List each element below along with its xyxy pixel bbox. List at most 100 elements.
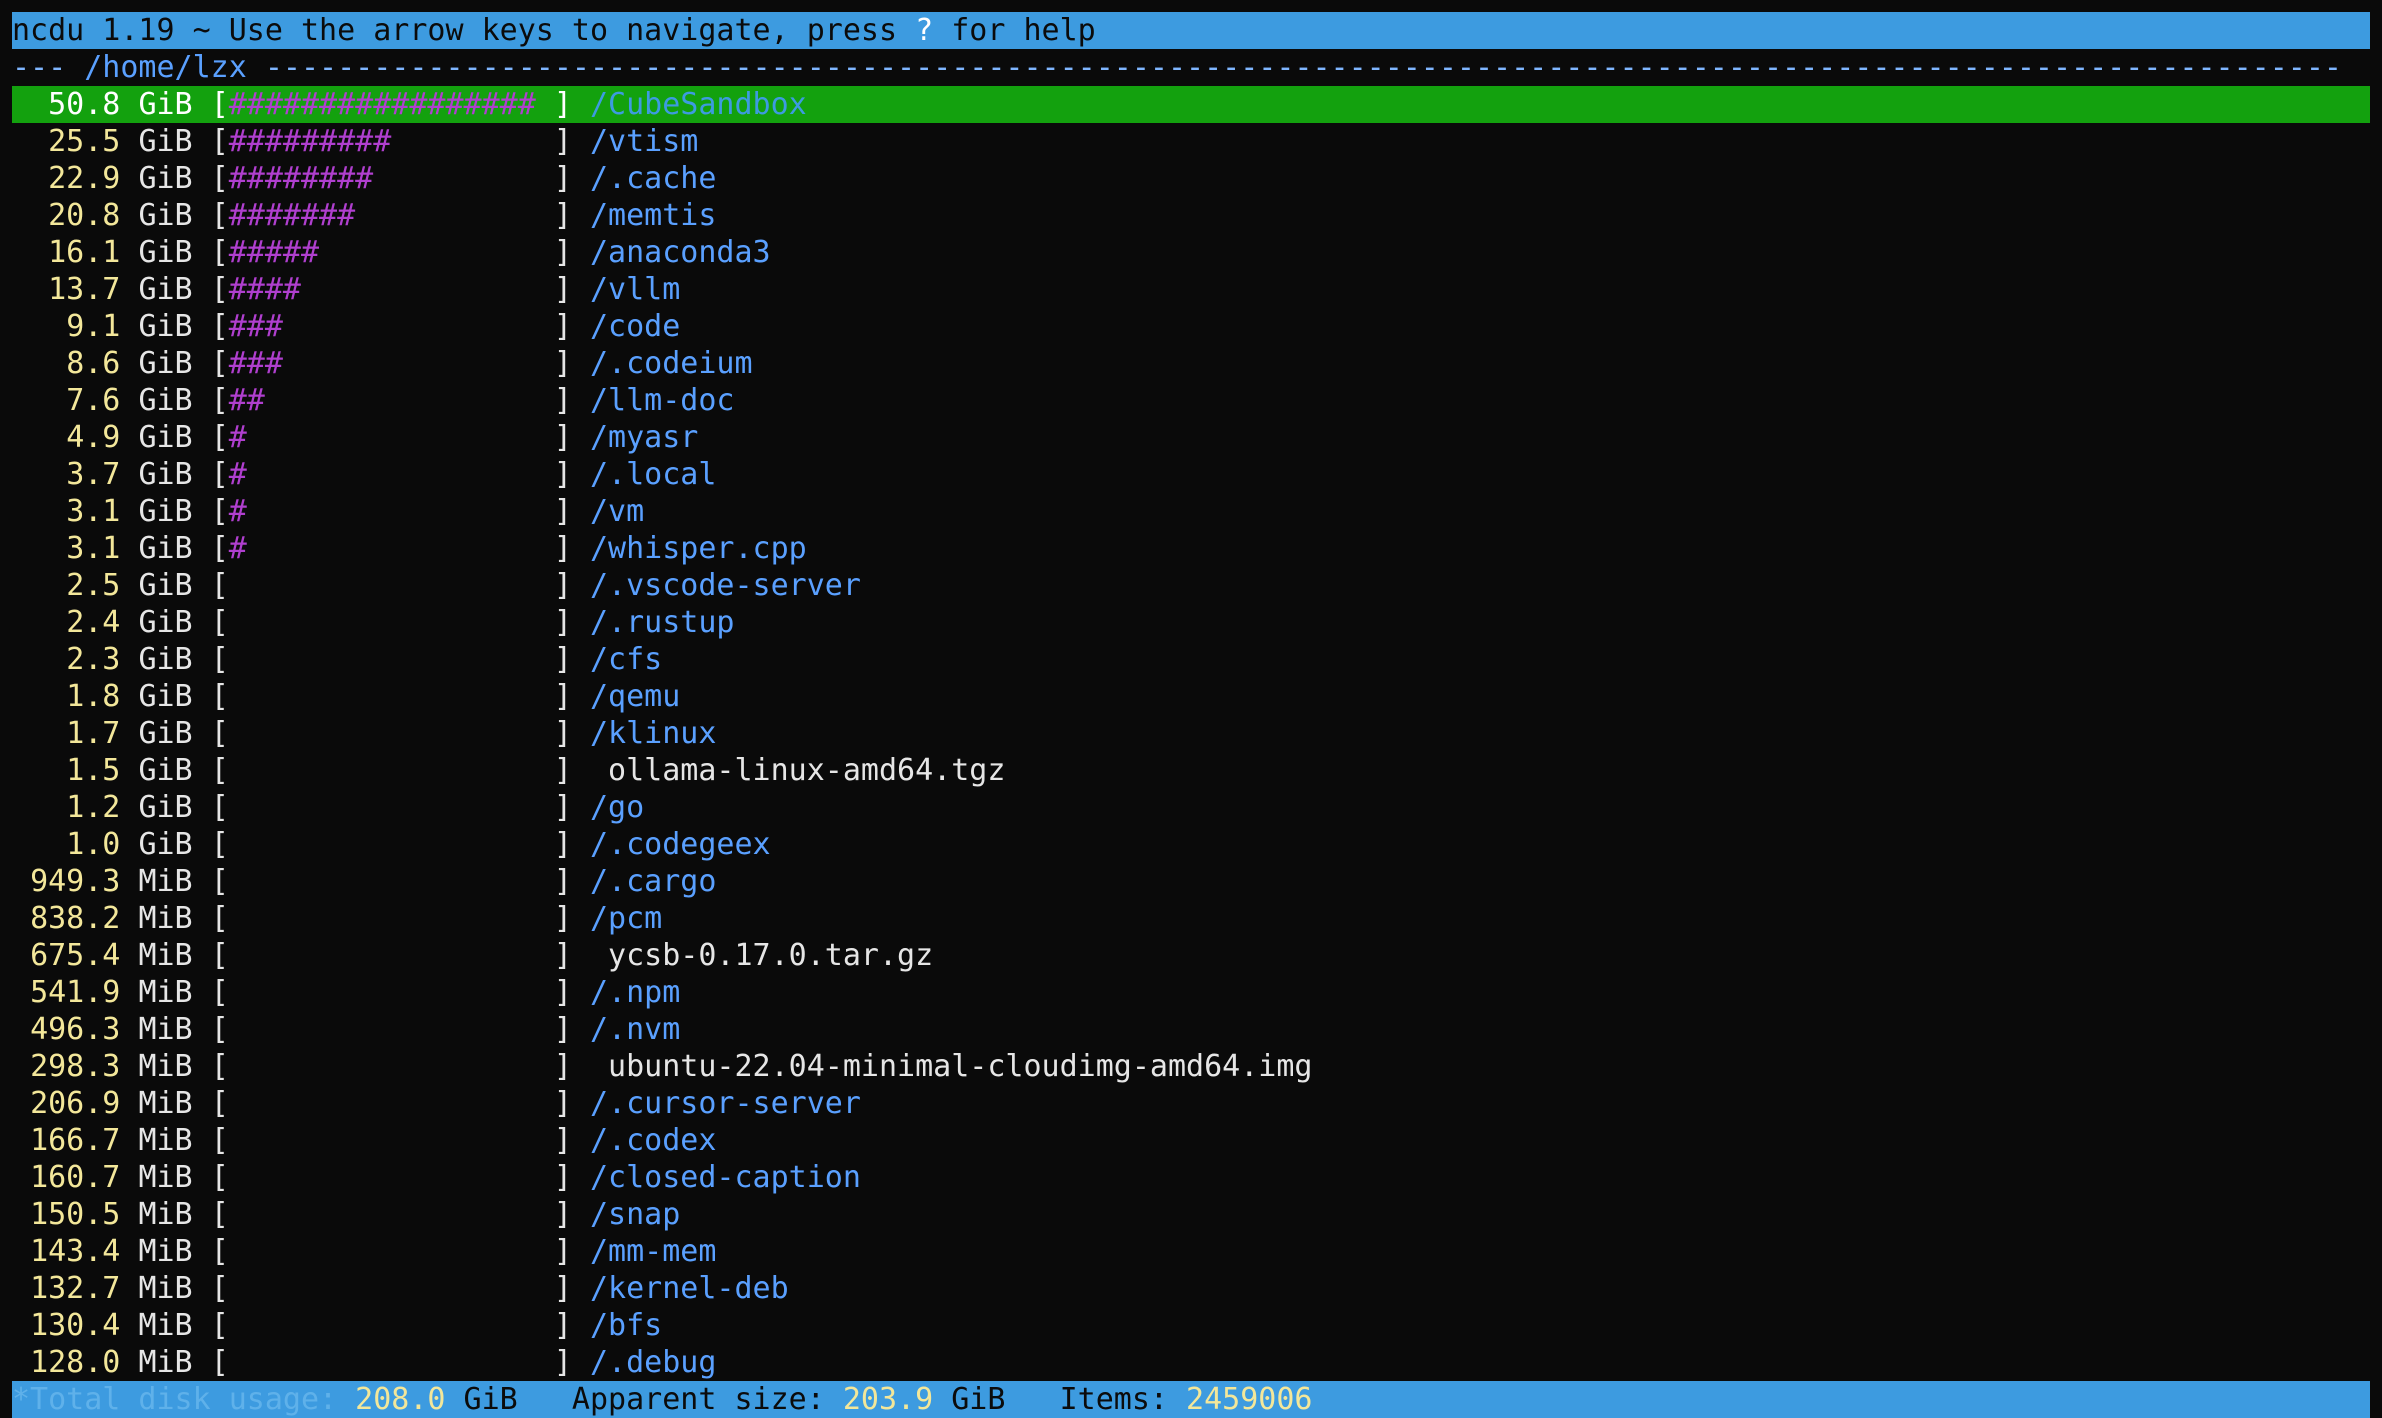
entry-size-unit: MiB xyxy=(138,1271,193,1306)
entry-size: 16.1 xyxy=(48,235,121,270)
directory-name: /go xyxy=(589,790,645,825)
size-pad xyxy=(12,1049,30,1084)
entry-row[interactable]: 2.4 GiB [ ] /.rustup xyxy=(12,604,2370,641)
entry-row[interactable]: 1.7 GiB [ ] /klinux xyxy=(12,715,2370,752)
file-name: ubuntu-22.04-minimal-cloudimg-amd64.img xyxy=(608,1049,1313,1084)
entry-size: 22.9 xyxy=(48,161,121,196)
size-pad xyxy=(12,1345,30,1380)
usage-bar-close: ] xyxy=(553,531,572,566)
usage-bar-close: ] xyxy=(553,716,572,751)
help-key-hint[interactable]: ? xyxy=(915,13,933,48)
entry-row[interactable]: 8.6 GiB [### ] /.codeium xyxy=(12,345,2370,382)
entry-row[interactable]: 3.1 GiB [# ] /whisper.cpp xyxy=(12,530,2370,567)
entry-row[interactable]: 1.2 GiB [ ] /go xyxy=(12,789,2370,826)
usage-bar-close: ] xyxy=(553,679,572,714)
status-bar: *Total disk usage: 208.0 GiB Apparent si… xyxy=(12,1381,2370,1418)
entry-row[interactable]: 2.3 GiB [ ] /cfs xyxy=(12,641,2370,678)
entry-row[interactable]: 838.2 MiB [ ] /pcm xyxy=(12,900,2370,937)
entry-row[interactable]: 3.7 GiB [# ] /.local xyxy=(12,456,2370,493)
entry-size-unit: GiB xyxy=(138,235,193,270)
usage-bar-open: [ xyxy=(210,198,229,233)
usage-bar-open: [ xyxy=(210,642,229,677)
entry-row[interactable]: 16.1 GiB [##### ] /anaconda3 xyxy=(12,234,2370,271)
usage-bar-open: [ xyxy=(210,124,229,159)
entry-row[interactable]: 160.7 MiB [ ] /closed-caption xyxy=(12,1159,2370,1196)
entry-row[interactable]: 4.9 GiB [# ] /myasr xyxy=(12,419,2370,456)
entry-row[interactable]: 1.8 GiB [ ] /qemu xyxy=(12,678,2370,715)
entry-size: 132.7 xyxy=(30,1271,121,1306)
entry-list[interactable]: 50.8 GiB [################# ] /CubeSandb… xyxy=(12,86,2370,1381)
entry-row[interactable]: 298.3 MiB [ ] ubuntu-22.04-minimal-cloud… xyxy=(12,1048,2370,1085)
usage-bar-pad xyxy=(373,161,554,196)
usage-bar-open: [ xyxy=(210,1345,229,1380)
entry-size: 7.6 xyxy=(66,383,121,418)
entry-row[interactable]: 20.8 GiB [####### ] /memtis xyxy=(12,197,2370,234)
entry-row[interactable]: 949.3 MiB [ ] /.cargo xyxy=(12,863,2370,900)
entry-row[interactable]: 2.5 GiB [ ] /.vscode-server xyxy=(12,567,2370,604)
entry-row[interactable]: 541.9 MiB [ ] /.npm xyxy=(12,974,2370,1011)
entry-row[interactable]: 7.6 GiB [## ] /llm-doc xyxy=(12,382,2370,419)
file-name: ollama-linux-amd64.tgz xyxy=(608,753,1006,788)
entry-row[interactable]: 143.4 MiB [ ] /mm-mem xyxy=(12,1233,2370,1270)
entry-row[interactable]: 25.5 GiB [######### ] /vtism xyxy=(12,123,2370,160)
size-pad xyxy=(12,1308,30,1343)
entry-row[interactable]: 496.3 MiB [ ] /.nvm xyxy=(12,1011,2370,1048)
entry-row[interactable]: 22.9 GiB [######## ] /.cache xyxy=(12,160,2370,197)
entry-size: 130.4 xyxy=(30,1308,121,1343)
size-pad xyxy=(12,1086,30,1121)
directory-name: /.cargo xyxy=(589,864,717,899)
usage-bar-fill: ##### xyxy=(228,235,320,270)
size-pad xyxy=(12,1160,30,1195)
usage-bar-pad xyxy=(229,1271,554,1306)
usage-bar-pad xyxy=(229,1308,554,1343)
entry-size: 3.7 xyxy=(66,457,121,492)
usage-bar-fill: # xyxy=(228,457,247,492)
usage-bar-close: ] xyxy=(553,975,572,1010)
entry-row[interactable]: 675.4 MiB [ ] ycsb-0.17.0.tar.gz xyxy=(12,937,2370,974)
entry-row[interactable]: 150.5 MiB [ ] /snap xyxy=(12,1196,2370,1233)
usage-bar-close: ] xyxy=(553,1308,572,1343)
usage-bar-fill: # xyxy=(228,531,247,566)
usage-bar-pad xyxy=(229,790,554,825)
entry-row[interactable]: 1.0 GiB [ ] /.codegeex xyxy=(12,826,2370,863)
directory-name: /cfs xyxy=(589,642,663,677)
entry-row[interactable]: 9.1 GiB [### ] /code xyxy=(12,308,2370,345)
usage-bar-close: ] xyxy=(553,346,572,381)
entry-row[interactable]: 1.5 GiB [ ] ollama-linux-amd64.tgz xyxy=(12,752,2370,789)
entry-row[interactable]: 130.4 MiB [ ] /bfs xyxy=(12,1307,2370,1344)
entry-size-unit: MiB xyxy=(138,1160,193,1195)
usage-bar-close: ] xyxy=(553,1234,572,1269)
usage-bar-close: ] xyxy=(553,198,572,233)
entry-row[interactable]: 13.7 GiB [#### ] /vllm xyxy=(12,271,2370,308)
usage-bar-open: [ xyxy=(210,1197,229,1232)
entry-row[interactable]: 50.8 GiB [################# ] /CubeSandb… xyxy=(12,86,2370,123)
entry-size-unit: GiB xyxy=(138,753,193,788)
usage-bar-close: ] xyxy=(553,753,572,788)
size-pad xyxy=(12,827,66,862)
entry-row[interactable]: 132.7 MiB [ ] /kernel-deb xyxy=(12,1270,2370,1307)
usage-bar-open: [ xyxy=(210,605,229,640)
entry-size-unit: GiB xyxy=(138,198,193,233)
directory-name: /myasr xyxy=(589,420,699,455)
usage-bar-close: ] xyxy=(553,568,572,603)
entry-size: 166.7 xyxy=(30,1123,121,1158)
entry-row[interactable]: 128.0 MiB [ ] /.debug xyxy=(12,1344,2370,1381)
size-pad xyxy=(12,161,48,196)
entry-row[interactable]: 3.1 GiB [# ] /vm xyxy=(12,493,2370,530)
usage-bar-pad xyxy=(229,1086,554,1121)
entry-size: 9.1 xyxy=(66,309,121,344)
entry-row[interactable]: 166.7 MiB [ ] /.codex xyxy=(12,1122,2370,1159)
title-suffix: for help xyxy=(933,13,1096,48)
usage-bar-close: ] xyxy=(553,790,572,825)
entry-row[interactable]: 206.9 MiB [ ] /.cursor-server xyxy=(12,1085,2370,1122)
